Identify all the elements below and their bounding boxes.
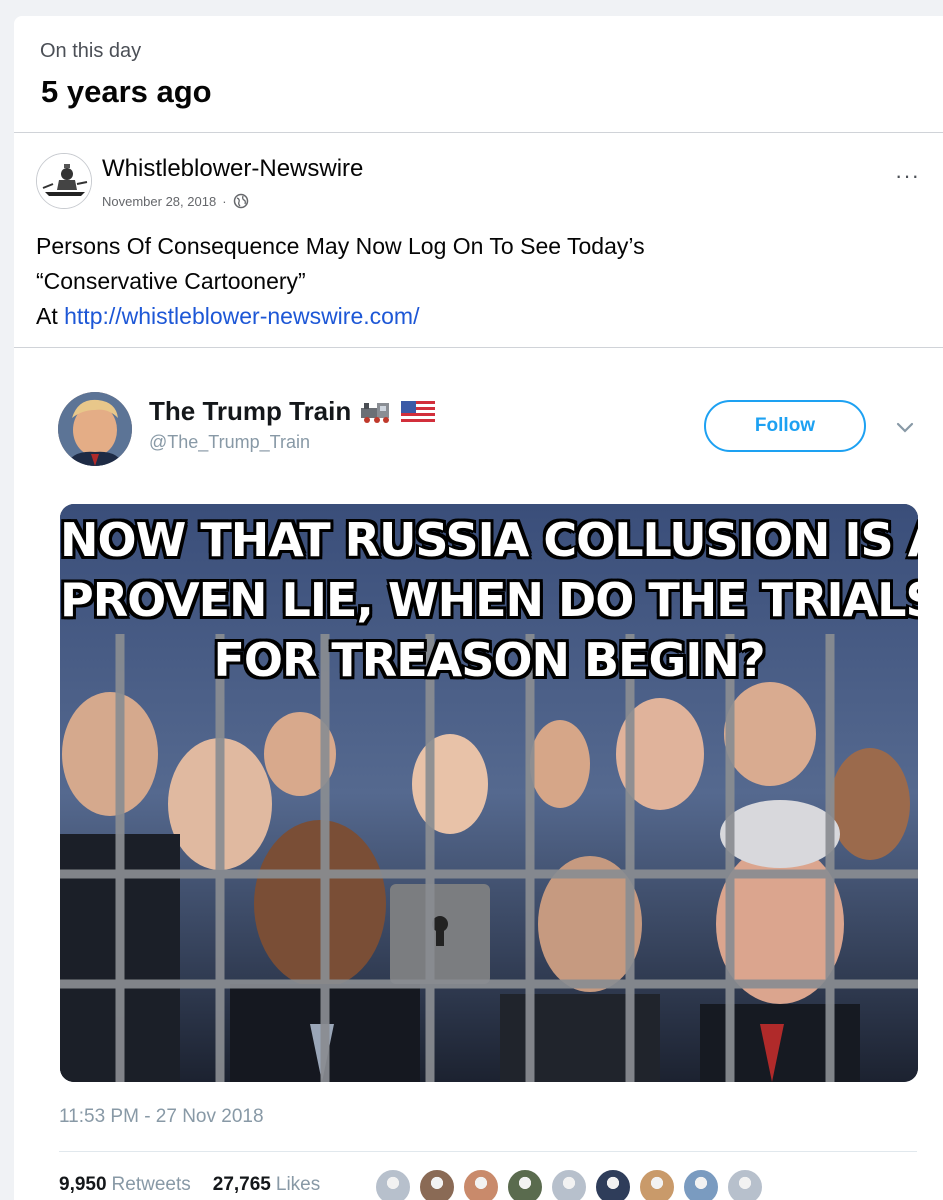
meme-caption-line: PROVEN LIE, WHEN DO THE TRIALS [60,573,918,627]
liker-avatar[interactable] [682,1168,720,1200]
liker-avatar[interactable] [418,1168,456,1200]
follow-button[interactable]: Follow [704,400,866,452]
memory-label: On this day [40,40,142,62]
liker-avatar[interactable] [726,1168,764,1200]
retweets-label[interactable]: Retweets [112,1174,191,1196]
memory-header: On this day 5 years ago [14,16,943,133]
post-link[interactable]: http://whistleblower-newswire.com/ [64,303,419,329]
us-flag-emoji-icon [401,400,436,423]
likes-count[interactable]: 27,765 [213,1174,271,1196]
page-avatar[interactable] [36,153,92,209]
liker-avatar[interactable] [506,1168,544,1200]
memory-title: 5 years ago [41,74,212,109]
post-text-line: Persons Of Consequence May Now Log On To… [36,233,645,259]
liker-avatar[interactable] [462,1168,500,1200]
retweets-count[interactable]: 9,950 [59,1174,107,1196]
globe-icon [233,193,248,209]
tweet-divider [59,1151,917,1152]
liker-avatar[interactable] [550,1168,588,1200]
liker-avatar[interactable] [638,1168,676,1200]
chevron-down-icon[interactable] [894,416,916,438]
train-emoji-icon [361,402,390,423]
liker-avatars [374,1168,764,1200]
post-text-line: At http://whistleblower-newswire.com/ [36,299,645,334]
tweet-meme-image[interactable]: NOW THAT RUSSIA COLLUSION IS A PROVEN LI… [60,504,918,1082]
embedded-tweet[interactable]: The Trump Train @The_Trump_Train Follow [14,348,943,1200]
tweet-author-name[interactable]: The Trump Train [149,396,436,427]
meme-caption-line: NOW THAT RUSSIA COLLUSION IS A [60,513,918,567]
tweet-author-handle[interactable]: @The_Trump_Train [149,432,310,453]
liker-avatar[interactable] [374,1168,412,1200]
meta-separator: · [222,193,227,209]
tweet-stats: 9,950 Retweets 27,765 Likes [59,1174,320,1196]
tweet-timestamp[interactable]: 11:53 PM - 27 Nov 2018 [59,1106,264,1128]
post-text: Persons Of Consequence May Now Log On To… [36,229,645,334]
tweet-avatar[interactable] [58,392,132,466]
meme-caption-line: FOR TREASON BEGIN? [213,633,765,687]
liker-avatar[interactable] [594,1168,632,1200]
post-text-prefix: At [36,303,65,329]
tweet-avatar-photo [58,392,132,466]
post-text-line: “Conservative Cartoonery” [36,268,306,294]
post-header: Whistleblower-Newswire November 28, 2018… [14,133,943,348]
meme-caption: NOW THAT RUSSIA COLLUSION IS A PROVEN LI… [60,510,918,690]
page-logo-icon [37,154,91,208]
post-date[interactable]: November 28, 2018 [102,194,216,209]
tweet-author-name-text: The Trump Train [149,396,352,426]
page-name-link[interactable]: Whistleblower-Newswire [102,155,363,183]
likes-label[interactable]: Likes [276,1174,320,1196]
memory-card: On this day 5 years ago Whistleblower-Ne… [14,16,943,1200]
more-options-button[interactable]: ··· [895,163,920,189]
post-meta: November 28, 2018 · [102,193,249,209]
